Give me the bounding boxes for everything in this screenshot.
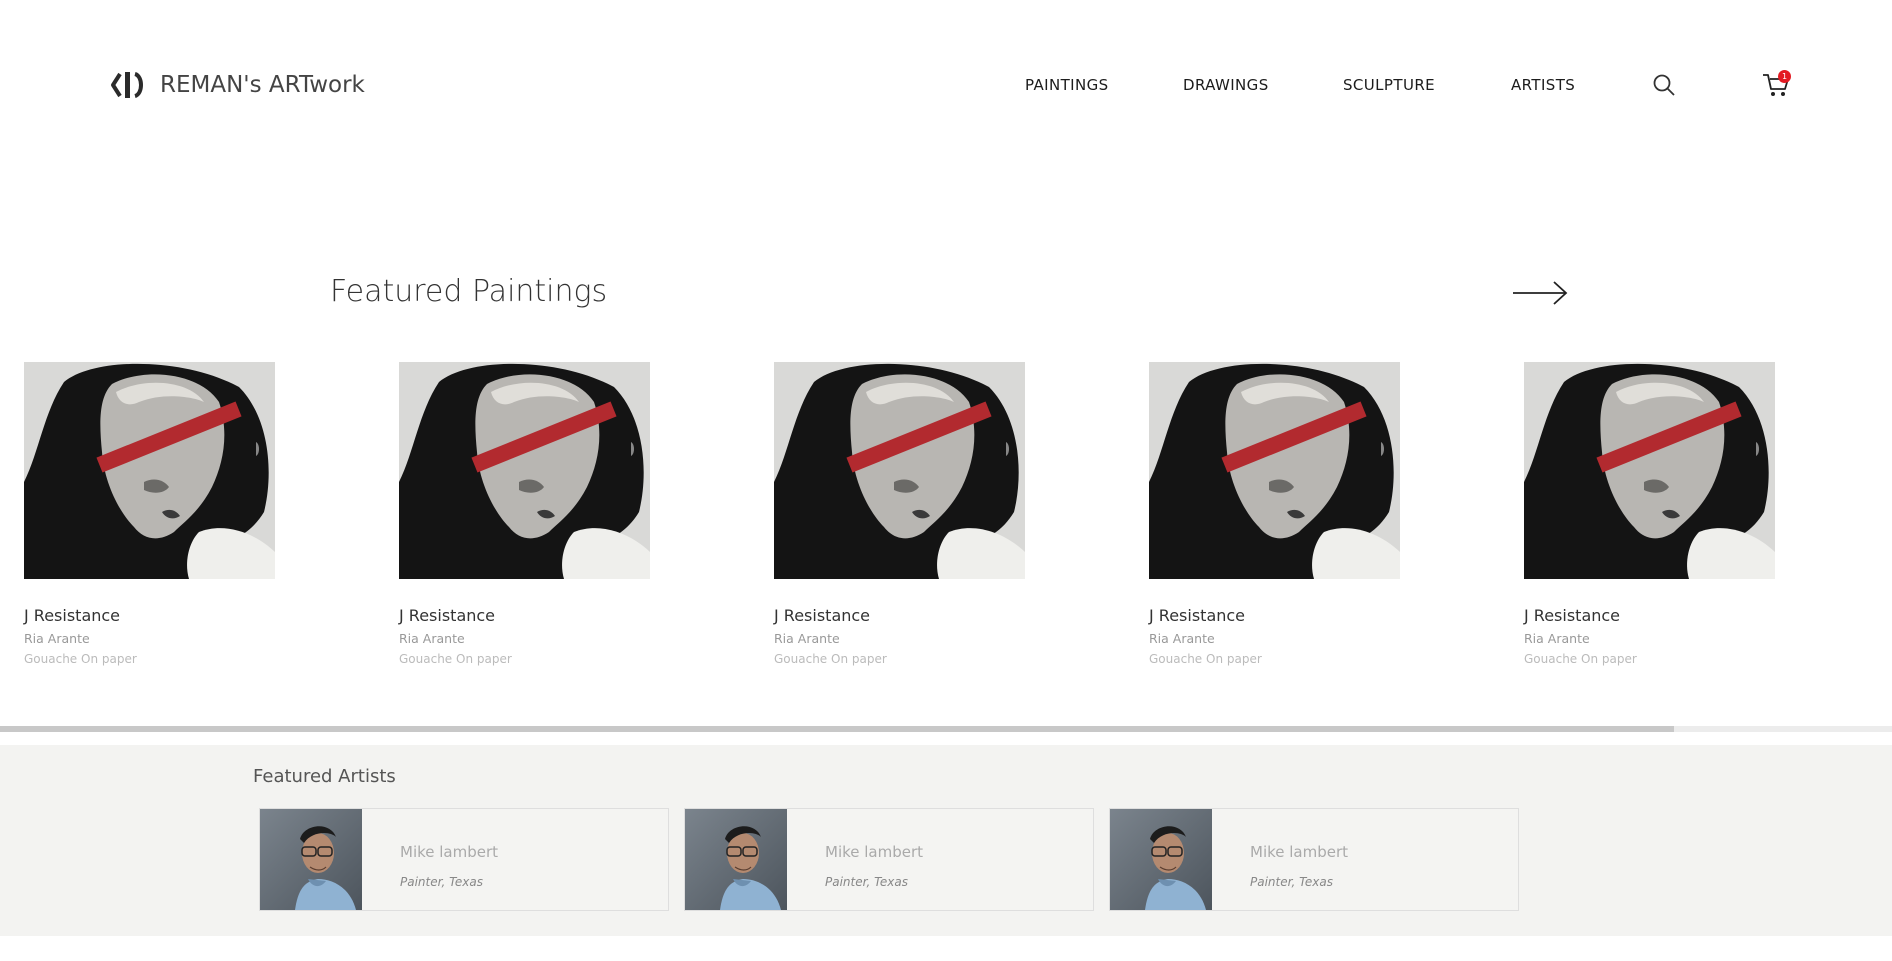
horizontal-scrollbar[interactable] xyxy=(0,726,1892,732)
painting-title[interactable]: J Resistance xyxy=(399,606,650,625)
artist-card[interactable]: Mike lambert Painter, Texas xyxy=(1109,808,1519,911)
painting-image[interactable] xyxy=(1524,362,1775,579)
painting-artist: Ria Arante xyxy=(1524,631,1590,646)
brand-name: REMAN's ARTwork xyxy=(160,72,365,98)
artist-name[interactable]: Mike lambert xyxy=(400,843,498,861)
featured-paintings-title: Featured Paintings xyxy=(330,274,608,309)
painting-card[interactable]: J Resistance Ria Arante Gouache On paper xyxy=(24,362,275,666)
painting-image[interactable] xyxy=(1149,362,1400,579)
cart-count-badge: 1 xyxy=(1778,70,1791,83)
painting-medium: Gouache On paper xyxy=(774,652,887,666)
artist-card[interactable]: Mike lambert Painter, Texas xyxy=(684,808,1094,911)
painting-image[interactable] xyxy=(399,362,650,579)
nav-sculpture[interactable]: SCULPTURE xyxy=(1343,76,1435,94)
site-logo[interactable]: REMAN's ARTwork xyxy=(110,68,365,102)
painting-image[interactable] xyxy=(774,362,1025,579)
painting-card[interactable]: J Resistance Ria Arante Gouache On paper xyxy=(399,362,650,666)
nav-paintings[interactable]: PAINTINGS xyxy=(1025,76,1109,94)
artist-photo[interactable] xyxy=(685,809,787,910)
nav-drawings[interactable]: DRAWINGS xyxy=(1183,76,1269,94)
artist-name[interactable]: Mike lambert xyxy=(1250,843,1348,861)
painting-artist: Ria Arante xyxy=(1149,631,1215,646)
artist-name[interactable]: Mike lambert xyxy=(825,843,923,861)
painting-card[interactable]: J Resistance Ria Arante Gouache On paper xyxy=(1149,362,1400,666)
painting-medium: Gouache On paper xyxy=(399,652,512,666)
scrollbar-thumb[interactable] xyxy=(0,726,1675,732)
painting-medium: Gouache On paper xyxy=(24,652,137,666)
painting-title[interactable]: J Resistance xyxy=(1149,606,1400,625)
painting-title[interactable]: J Resistance xyxy=(774,606,1025,625)
artist-role: Painter, Texas xyxy=(400,875,484,889)
painting-card[interactable]: J Resistance Ria Arante Gouache On paper xyxy=(774,362,1025,666)
nav-artists[interactable]: ARTISTS xyxy=(1511,76,1575,94)
painting-artist: Ria Arante xyxy=(774,631,840,646)
painting-title[interactable]: J Resistance xyxy=(1524,606,1775,625)
painting-title[interactable]: J Resistance xyxy=(24,606,275,625)
artist-role: Painter, Texas xyxy=(825,875,909,889)
artist-photo[interactable] xyxy=(260,809,362,910)
painting-medium: Gouache On paper xyxy=(1524,652,1637,666)
artist-photo[interactable] xyxy=(1110,809,1212,910)
search-icon[interactable] xyxy=(1652,73,1676,97)
featured-artists-title: Featured Artists xyxy=(253,766,396,787)
painting-image[interactable] xyxy=(24,362,275,579)
painting-medium: Gouache On paper xyxy=(1149,652,1262,666)
painting-card[interactable]: J Resistance Ria Arante Gouache On paper xyxy=(1524,362,1775,666)
logo-mark-icon xyxy=(111,72,143,98)
artist-role: Painter, Texas xyxy=(1250,875,1334,889)
artist-card[interactable]: Mike lambert Painter, Texas xyxy=(259,808,669,911)
painting-artist: Ria Arante xyxy=(24,631,90,646)
painting-artist: Ria Arante xyxy=(399,631,465,646)
arrow-right-icon[interactable] xyxy=(1512,280,1568,306)
